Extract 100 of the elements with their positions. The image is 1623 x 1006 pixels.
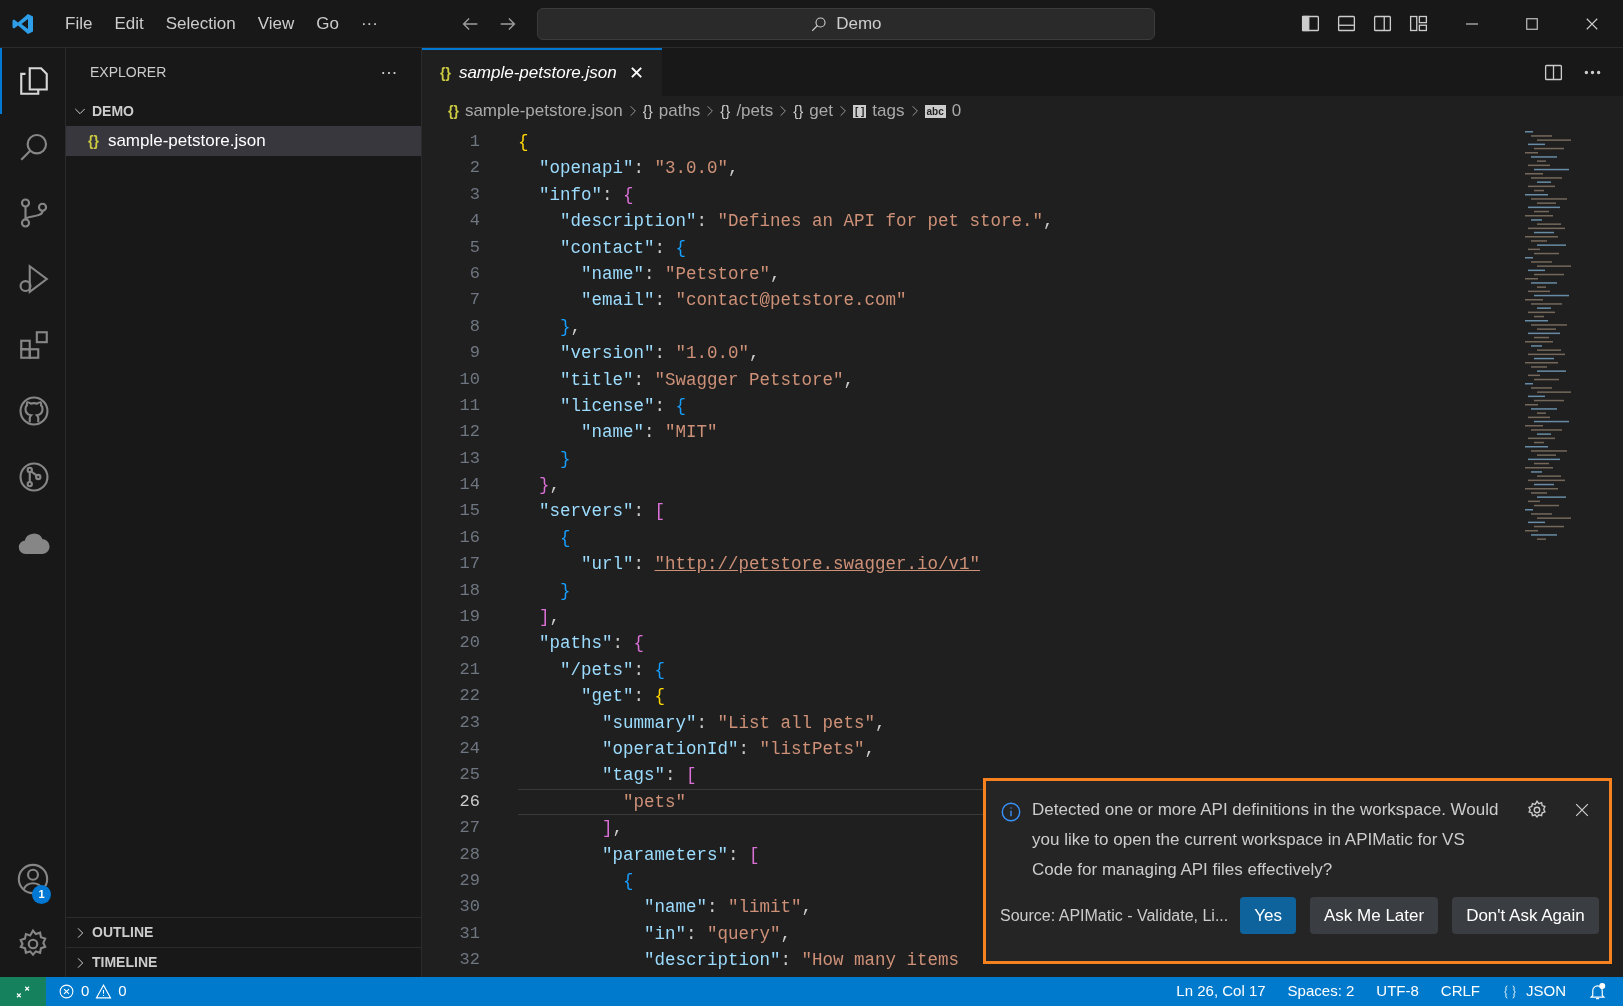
line-number: 1 [469, 131, 480, 153]
line-number: 22 [459, 685, 480, 708]
code-line: "operationId": "listPets", [601, 738, 876, 761]
line-number: 9 [469, 342, 480, 365]
line-number: 32 [459, 949, 480, 972]
notification-badge: 1 [32, 885, 51, 904]
code-line: "summary": "List all pets", [601, 711, 886, 735]
code-line: "pets" [622, 790, 687, 814]
code-line: "contact": { [559, 236, 687, 260]
close-tab-button[interactable]: ✕ [628, 59, 644, 87]
line-number: 26 [459, 790, 480, 813]
app-logo-icon [11, 11, 35, 36]
language-mode-button[interactable]: JSON [1502, 980, 1566, 1003]
code-line: "url": "http://petstore.swagger.io/v1" [580, 553, 981, 577]
notification-button[interactable]: Don't Ask Again [1452, 897, 1599, 934]
line-number: 14 [459, 474, 480, 497]
problems-button[interactable]: 0 0 [58, 980, 127, 1003]
line-number: 24 [459, 738, 480, 760]
code-line: } [559, 447, 571, 471]
code-line: "info": { [538, 183, 634, 207]
line-number: 21 [459, 658, 480, 681]
code-line: ], [601, 817, 624, 841]
grid-layout-icon[interactable] [1408, 13, 1429, 34]
code-line: "name": "Petstore", [580, 262, 781, 286]
code-line: } [559, 579, 571, 603]
line-number: 8 [469, 315, 480, 338]
info-icon [1000, 801, 1022, 823]
account-button[interactable]: 1 [0, 847, 65, 911]
command-search-field[interactable]: Demo [536, 7, 1155, 40]
line-number: 16 [459, 526, 480, 549]
code-line: "description": "How many items [643, 949, 960, 973]
code-line: }, [559, 315, 582, 339]
menu-item[interactable]: File [54, 10, 104, 37]
line-number: 17 [459, 553, 480, 576]
breadcrumb-item[interactable]: {} /pets [720, 98, 774, 124]
line-number: 27 [459, 817, 480, 840]
person-icon [15, 862, 50, 896]
line-number: 23 [459, 711, 480, 734]
menu-item[interactable]: Go [305, 10, 350, 37]
editor-tab[interactable]: {} sample-petstore.json ✕ [422, 48, 662, 96]
code-line: }, [538, 474, 561, 498]
code-line: "email": "contact@petstore.com" [580, 289, 907, 313]
line-number: 13 [459, 447, 480, 470]
sidebar-layout-icon[interactable] [1300, 13, 1321, 34]
line-number: 7 [469, 289, 480, 312]
line-number: 31 [459, 922, 480, 945]
status-item[interactable]: Spaces: 2 [1287, 980, 1355, 1003]
section-header[interactable]: OUTLINE [66, 917, 421, 947]
line-number: 6 [469, 262, 480, 285]
status-item[interactable]: Ln 26, Col 17 [1176, 980, 1266, 1003]
json-file-icon: {} [88, 130, 99, 152]
breadcrumb-item[interactable]: {} get [793, 98, 833, 124]
menu-item[interactable]: Edit [103, 10, 155, 37]
line-number: 19 [459, 606, 480, 629]
breadcrumb-item[interactable]: {} paths [642, 98, 701, 124]
code-line: "tags": [ [601, 764, 697, 788]
line-number: 5 [469, 236, 480, 259]
breadcrumb-item[interactable]: [ ] tags [852, 98, 905, 124]
menu-item[interactable]: View [246, 10, 306, 37]
search-icon [810, 14, 829, 33]
explorer-tree-item[interactable]: {} sample-petstore.json [66, 126, 421, 156]
line-number: 3 [469, 183, 480, 206]
notification-source: Source: APIMatic - Validate, Li... [1000, 905, 1229, 926]
braces-icon [1502, 983, 1518, 1000]
code-line: "license": { [559, 394, 687, 418]
code-line: "openapi": "3.0.0", [538, 157, 739, 181]
line-number: 18 [459, 579, 480, 602]
line-number: 10 [459, 368, 480, 391]
folder-header[interactable]: DEMO [66, 96, 421, 126]
line-number: 4 [469, 210, 480, 233]
notification-button[interactable]: Yes [1240, 897, 1296, 934]
line-number: 11 [459, 394, 480, 417]
line-number: 25 [459, 764, 480, 787]
line-number: 15 [459, 500, 480, 523]
menu-item[interactable]: ··· [349, 10, 389, 37]
code-line: "name": "limit", [643, 896, 813, 920]
breadcrumb-item[interactable]: {} sample-petstore.json [448, 98, 623, 124]
split-layout-icon[interactable] [1372, 13, 1393, 34]
json-file-icon: {} [440, 62, 451, 84]
status-item[interactable]: UTF-8 [1376, 980, 1419, 1003]
menu-item[interactable]: Selection [154, 10, 247, 37]
line-number: 12 [459, 421, 480, 444]
sidebar-title: EXPLORER [90, 62, 167, 82]
bell-icon[interactable] [1588, 982, 1607, 1001]
line-number: 28 [459, 843, 480, 866]
breadcrumb-item[interactable]: abc 0 [924, 98, 962, 124]
code-line: "name": "MIT" [580, 421, 718, 445]
status-item[interactable]: CRLF [1440, 980, 1480, 1003]
line-number: 2 [469, 157, 480, 180]
error-icon [58, 983, 75, 1000]
warning-icon [95, 983, 113, 1000]
code-line: { [622, 869, 634, 893]
code-line: "paths": { [538, 632, 645, 656]
code-line: "get": { [580, 685, 666, 709]
code-line: ], [538, 606, 561, 630]
panel-layout-icon[interactable] [1336, 13, 1357, 34]
notification-message: Detected one or more API definitions in the workspace. Would you like to open the current workspace in APIMatic for VS Code for managing API files effectively? [1032, 799, 1500, 881]
code-line: "parameters": [ [601, 843, 760, 867]
more-actions-button[interactable]: ··· [380, 58, 397, 86]
notification-button[interactable]: Ask Me Later [1310, 897, 1439, 934]
